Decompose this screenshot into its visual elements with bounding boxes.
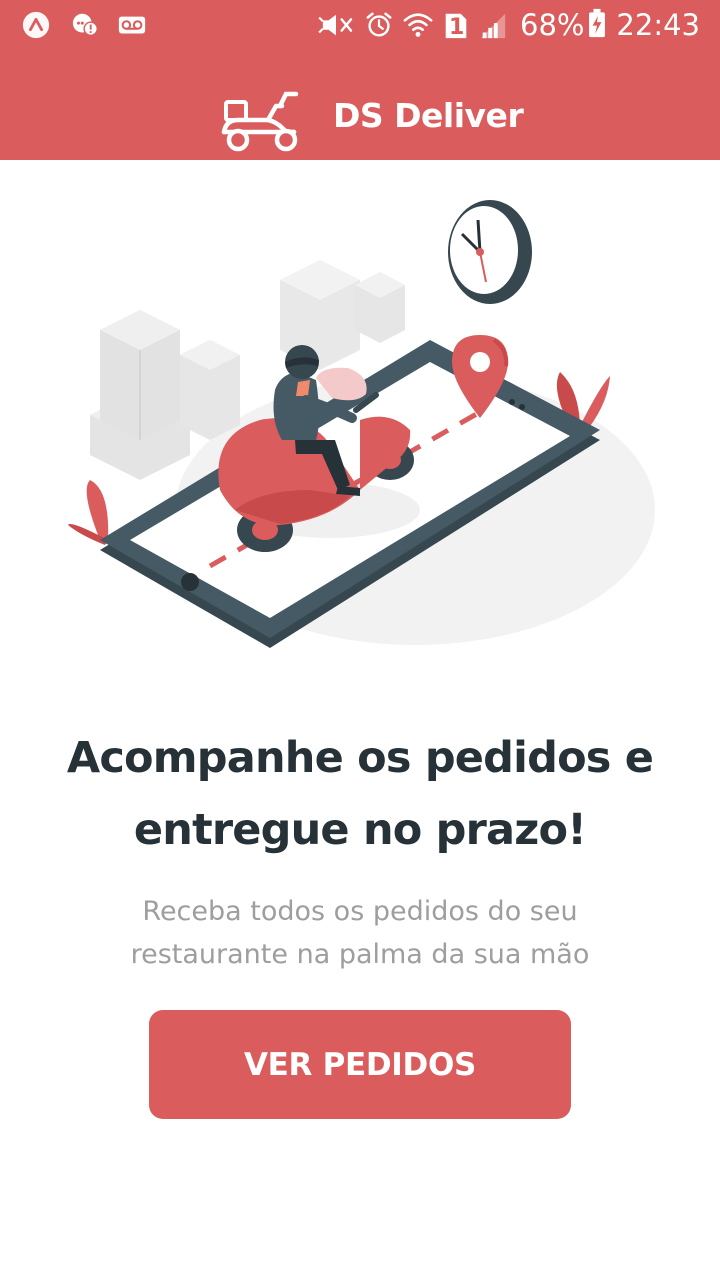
battery-percentage: 68% xyxy=(520,8,585,42)
sim-slot-number: 1 xyxy=(449,15,465,40)
delivery-illustration xyxy=(68,200,655,648)
alarm-clock-icon xyxy=(366,12,392,37)
chat-bubble-alert-icon xyxy=(72,13,98,37)
subtitle: Receba todos os pedidos do seu restauran… xyxy=(130,896,590,970)
clock-illustration xyxy=(448,200,532,304)
status-bar: 1 68% 22:43 xyxy=(0,0,720,50)
delivery-scooter-icon xyxy=(221,91,299,152)
battery-charging-icon xyxy=(589,8,605,38)
app-launcher-icon xyxy=(22,11,50,39)
cell-signal-icon xyxy=(480,13,506,39)
wifi-icon xyxy=(403,13,433,37)
app-title: DS Deliver xyxy=(333,96,524,135)
app-top-bar: 1 68% 22:43 DS Deliver xyxy=(0,0,720,160)
app-header: DS Deliver xyxy=(0,78,720,158)
headline: Acompanhe os pedidos e entregue no prazo… xyxy=(66,733,654,855)
vibrate-mute-icon xyxy=(318,14,353,36)
view-orders-button[interactable]: VER PEDIDOS xyxy=(149,1010,571,1119)
voicemail-icon xyxy=(118,16,146,34)
clock-time: 22:43 xyxy=(616,8,700,42)
home-screen: 1 68% 22:43 DS Deliver Acompanhe os pedi… xyxy=(0,0,720,1280)
plant-left xyxy=(68,480,109,545)
